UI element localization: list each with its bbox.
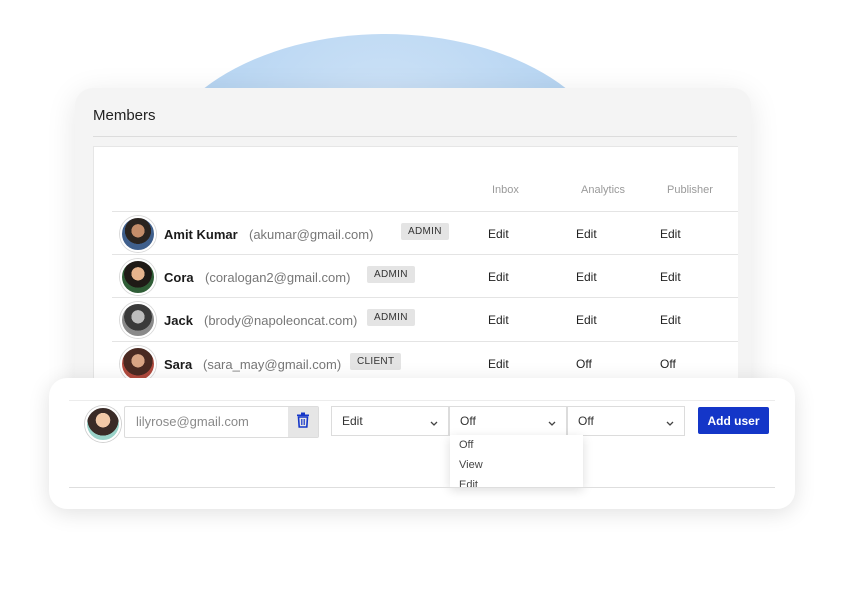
analytics-select[interactable]: Off xyxy=(449,406,567,436)
avatar xyxy=(120,346,156,382)
member-name: Jack xyxy=(164,313,193,328)
avatar xyxy=(120,302,156,338)
inbox-select-value: Edit xyxy=(342,414,363,428)
email-field[interactable] xyxy=(125,407,294,435)
publisher-select[interactable]: Off xyxy=(567,406,685,436)
analytics-permission[interactable]: Edit xyxy=(576,227,597,241)
delete-button[interactable] xyxy=(288,407,318,437)
member-email: (coralogan2@gmail.com) xyxy=(205,270,351,285)
member-email: (akumar@gmail.com) xyxy=(249,227,374,242)
analytics-select-value: Off xyxy=(460,414,476,428)
analytics-dropdown-menu: Off View Edit xyxy=(450,435,583,487)
inbox-select[interactable]: Edit xyxy=(331,406,449,436)
add-user-button[interactable]: Add user xyxy=(698,407,769,434)
divider xyxy=(69,400,775,401)
publisher-permission[interactable]: Off xyxy=(660,357,676,371)
divider xyxy=(93,136,737,137)
dropdown-option-off[interactable]: Off xyxy=(459,439,473,451)
table-row: Jack (brody@napoleoncat.com) ADMIN Edit … xyxy=(112,297,738,341)
add-user-card: Edit Off Off Add user Off View Edit xyxy=(49,378,795,509)
role-badge: CLIENT xyxy=(350,353,402,370)
avatar xyxy=(120,259,156,295)
role-badge: ADMIN xyxy=(367,309,415,326)
trash-icon xyxy=(296,412,310,433)
avatar xyxy=(120,216,156,252)
publisher-permission[interactable]: Edit xyxy=(660,270,681,284)
dropdown-option-view[interactable]: View xyxy=(459,459,483,471)
analytics-permission[interactable]: Off xyxy=(576,357,592,371)
member-name: Cora xyxy=(164,270,194,285)
chevron-down-icon xyxy=(666,416,674,430)
inbox-permission[interactable]: Edit xyxy=(488,313,509,327)
analytics-permission[interactable]: Edit xyxy=(576,313,597,327)
divider xyxy=(69,487,775,488)
publisher-permission[interactable]: Edit xyxy=(660,313,681,327)
column-header-publisher: Publisher xyxy=(667,184,713,196)
member-name: Sara xyxy=(164,357,193,372)
avatar xyxy=(85,406,121,442)
inbox-permission[interactable]: Edit xyxy=(488,357,509,371)
table-row: Amit Kumar (akumar@gmail.com) ADMIN Edit… xyxy=(112,211,738,255)
member-name: Amit Kumar xyxy=(164,227,238,242)
publisher-select-value: Off xyxy=(578,414,594,428)
analytics-permission[interactable]: Edit xyxy=(576,270,597,284)
publisher-permission[interactable]: Edit xyxy=(660,227,681,241)
email-field-wrapper xyxy=(124,406,319,438)
chevron-down-icon xyxy=(548,416,556,430)
inbox-permission[interactable]: Edit xyxy=(488,227,509,241)
role-badge: ADMIN xyxy=(401,223,449,240)
dropdown-option-edit[interactable]: Edit xyxy=(459,479,478,487)
chevron-down-icon xyxy=(430,416,438,430)
page-title: Members xyxy=(93,107,156,124)
members-card: Members Inbox Analytics Publisher Amit K… xyxy=(75,88,751,418)
member-email: (sara_may@gmail.com) xyxy=(203,357,342,372)
role-badge: ADMIN xyxy=(367,266,415,283)
column-header-inbox: Inbox xyxy=(492,184,519,196)
table-row: Cora (coralogan2@gmail.com) ADMIN Edit E… xyxy=(112,254,738,298)
column-header-analytics: Analytics xyxy=(581,184,626,196)
inbox-permission[interactable]: Edit xyxy=(488,270,509,284)
member-email: (brody@napoleoncat.com) xyxy=(204,313,358,328)
